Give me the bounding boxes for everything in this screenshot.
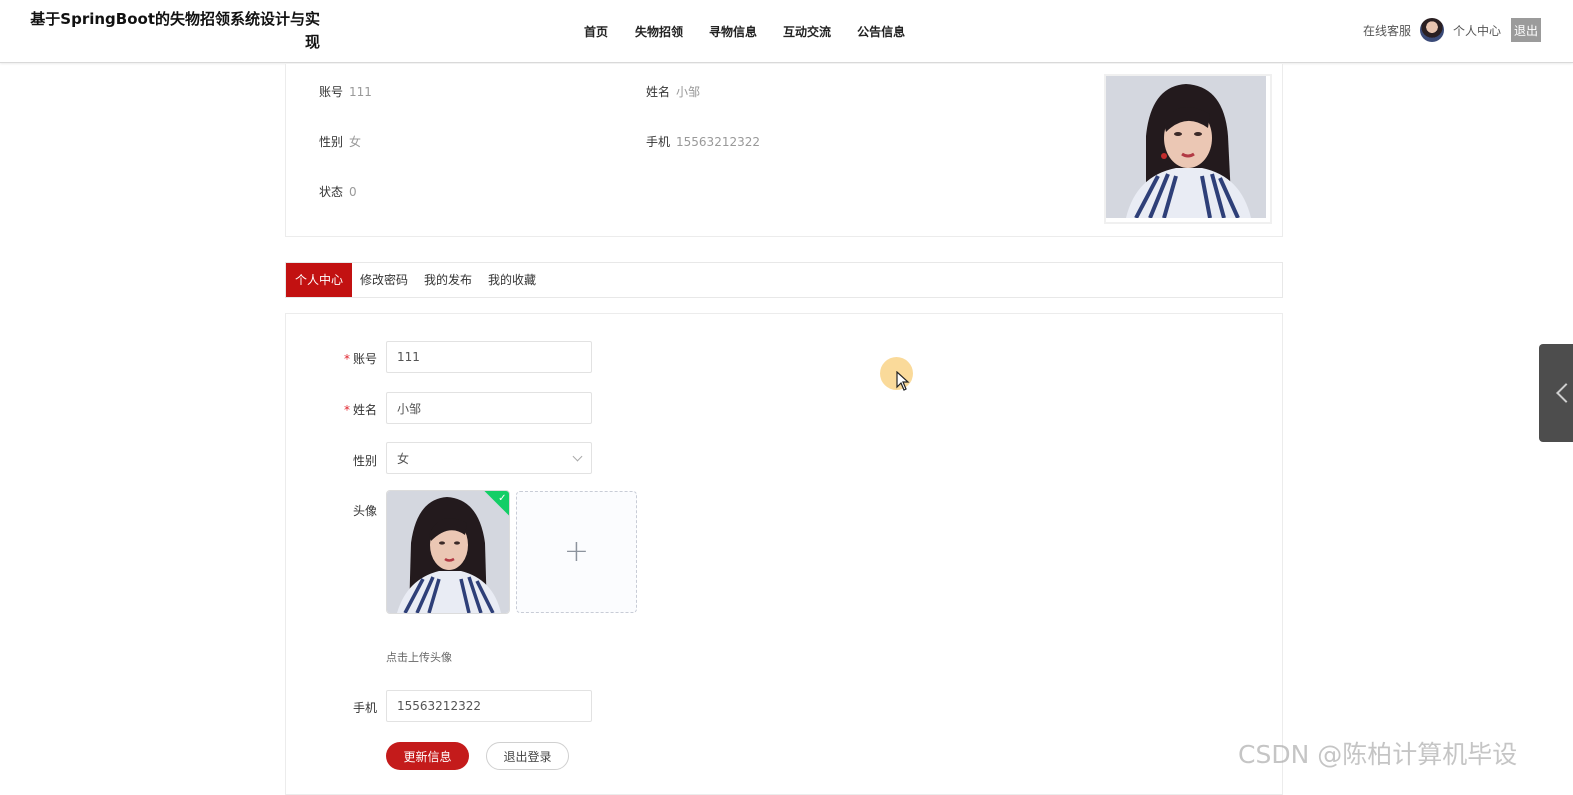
tab-my-favorites[interactable]: 我的收藏 <box>480 263 544 297</box>
tab-my-posts[interactable]: 我的发布 <box>416 263 480 297</box>
name-label: * 姓名 <box>343 403 377 417</box>
header-user-area: 在线客服 个人中心 退出 <box>1363 16 1541 44</box>
nav-forum[interactable]: 互动交流 <box>783 23 831 40</box>
upload-tip: 点击上传头像 <box>386 651 452 664</box>
header-logout-button[interactable]: 退出 <box>1511 18 1541 42</box>
info-phone: 手机 15563212322 <box>646 135 760 149</box>
online-service-link[interactable]: 在线客服 <box>1363 22 1411 39</box>
mouse-cursor-icon <box>896 371 910 391</box>
top-header: 基于SpringBoot的失物招领系统设计与实现 首页 失物招领 寻物信息 互动… <box>0 0 1573 63</box>
main-nav: 首页 失物招领 寻物信息 互动交流 公告信息 <box>584 0 931 62</box>
info-account: 账号 111 <box>319 85 372 99</box>
avatar-uploaded-image[interactable]: ✓ <box>386 490 510 614</box>
gender-selected-value: 女 <box>397 451 410 466</box>
check-icon: ✓ <box>497 492 507 504</box>
nav-announcements[interactable]: 公告信息 <box>857 23 905 40</box>
tab-personal-center[interactable]: 个人中心 <box>286 263 353 297</box>
info-name: 姓名 小邹 <box>646 85 701 99</box>
personal-center-link[interactable]: 个人中心 <box>1453 22 1501 39</box>
chevron-left-icon <box>1556 383 1573 403</box>
watermark: CSDN @陈柏计算机毕设 <box>1238 740 1518 769</box>
update-info-button[interactable]: 更新信息 <box>386 742 469 770</box>
name-input[interactable] <box>386 392 592 424</box>
required-mark: * <box>343 403 350 417</box>
avatar-upload-button[interactable]: + <box>516 491 637 613</box>
profile-tabs: 个人中心 修改密码 我的发布 我的收藏 <box>285 262 1283 298</box>
profile-portrait-image <box>1106 76 1266 218</box>
info-gender: 性别女 <box>319 135 362 149</box>
nav-home[interactable]: 首页 <box>584 23 608 40</box>
gender-label: 性别 <box>352 454 377 468</box>
phone-label: 手机 <box>352 701 377 715</box>
user-avatar[interactable] <box>1419 18 1444 42</box>
nav-lost-found[interactable]: 失物招领 <box>635 23 683 40</box>
info-status: 状态 0 <box>319 185 357 199</box>
phone-input[interactable] <box>386 690 592 722</box>
gender-select[interactable]: 女 <box>386 442 592 474</box>
nav-search-items[interactable]: 寻物信息 <box>709 23 757 40</box>
profile-edit-form: *账号 *姓名 性别 女 头像 ✓ + 点击上传头像 手机 更新信息 退出登录 <box>285 313 1283 795</box>
site-title: 基于SpringBoot的失物招领系统设计与实现 <box>30 10 320 51</box>
logout-button[interactable]: 退出登录 <box>486 742 569 770</box>
account-label: * 账号 <box>343 352 377 366</box>
required-mark: * <box>343 352 350 366</box>
tab-change-password[interactable]: 修改密码 <box>352 263 416 297</box>
plus-icon: + <box>563 534 590 569</box>
side-drawer-toggle[interactable] <box>1539 344 1573 442</box>
account-input[interactable] <box>386 341 592 373</box>
profile-info-card: 账号 111 姓名 小邹 性别女 手机 15563212322 状态 0 <box>285 64 1283 237</box>
avatar-label: 头像 <box>352 504 377 518</box>
chevron-down-icon <box>572 451 583 462</box>
profile-photo <box>1104 74 1272 224</box>
